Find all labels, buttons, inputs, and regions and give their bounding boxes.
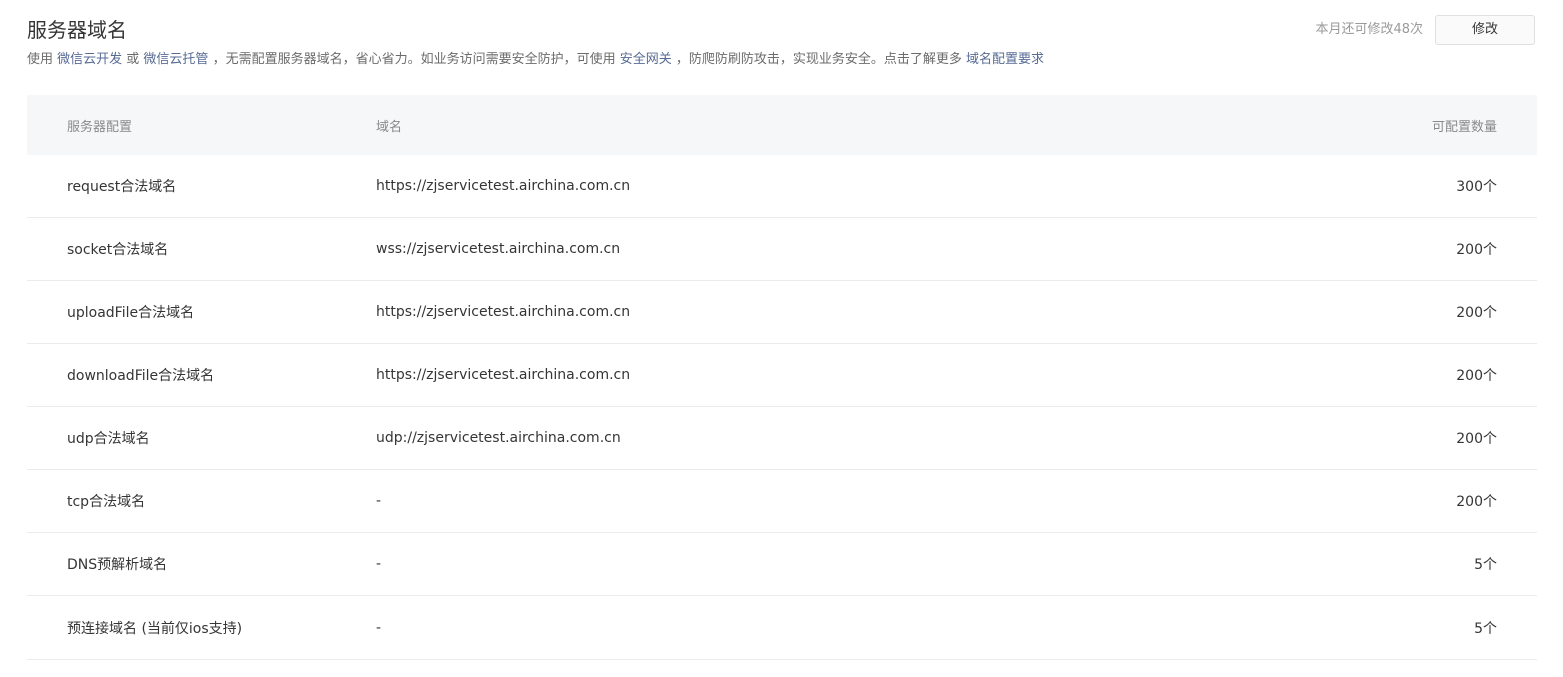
domain-cell: https://zjservicetest.airchina.com.cn [376, 304, 631, 320]
wechat-cloud-hosting-link[interactable]: 微信云托管 [143, 52, 208, 67]
page-title: 服务器域名 [27, 18, 127, 42]
domain-requirements-link[interactable]: 域名配置要求 [966, 52, 1044, 67]
table-row-udp: udp合法域名 udp://zjservicetest.airchina.com… [27, 407, 1537, 470]
wechat-cloud-dev-link[interactable]: 微信云开发 [57, 52, 122, 67]
count-cell: 200个 [1456, 305, 1497, 321]
desc-text-4: ，防爬防刷防攻击，实现业务安全。点击了解更多 [671, 52, 966, 67]
table-row-request: request合法域名 https://zjservicetest.airchi… [27, 155, 1537, 218]
column-header-domain: 域名 [376, 119, 403, 135]
server-domain-page: 服务器域名 本月还可修改48次 修改 使用 微信云开发 或 微信云托管 ，无需配… [0, 0, 1563, 677]
config-cell: socket合法域名 [67, 242, 169, 258]
config-cell: udp合法域名 [67, 431, 150, 447]
config-cell: downloadFile合法域名 [67, 368, 215, 384]
page-description: 使用 微信云开发 或 微信云托管 ，无需配置服务器域名，省心省力。如业务访问需要… [27, 51, 1044, 69]
domain-cell: udp://zjservicetest.airchina.com.cn [376, 430, 621, 446]
count-cell: 200个 [1456, 242, 1497, 258]
config-cell: 预连接域名 (当前仅ios支持) [67, 620, 243, 637]
table-header: 服务器配置 域名 可配置数量 [27, 95, 1537, 155]
config-cell: request合法域名 [67, 179, 177, 195]
security-gateway-link[interactable]: 安全网关 [620, 52, 672, 67]
desc-text-1: 使用 [27, 52, 58, 67]
table-row-download: downloadFile合法域名 https://zjservicetest.a… [27, 344, 1537, 407]
domain-cell: wss://zjservicetest.airchina.com.cn [376, 241, 621, 257]
count-cell: 200个 [1456, 368, 1497, 384]
table-row-tcp: tcp合法域名 - 200个 [27, 470, 1537, 533]
config-cell: uploadFile合法域名 [67, 305, 195, 321]
desc-text-3: ，无需配置服务器域名，省心省力。如业务访问需要安全防护，可使用 [208, 52, 620, 67]
server-domain-table: 服务器配置 域名 可配置数量 request合法域名 https://zjser… [27, 95, 1537, 660]
count-cell: 200个 [1456, 494, 1497, 510]
domain-cell: - [376, 556, 382, 572]
table-row-preconnect: 预连接域名 (当前仅ios支持) - 5个 [27, 596, 1537, 660]
domain-cell: - [376, 619, 382, 636]
config-cell: DNS预解析域名 [67, 557, 168, 573]
count-cell: 5个 [1474, 620, 1497, 637]
table-row-dns: DNS预解析域名 - 5个 [27, 533, 1537, 596]
domain-cell: - [376, 493, 382, 509]
edit-button[interactable]: 修改 [1435, 15, 1535, 45]
column-header-config: 服务器配置 [67, 119, 133, 135]
table-row-upload: uploadFile合法域名 https://zjservicetest.air… [27, 281, 1537, 344]
count-cell: 200个 [1456, 431, 1497, 447]
domain-cell: https://zjservicetest.airchina.com.cn [376, 367, 631, 383]
config-cell: tcp合法域名 [67, 494, 146, 510]
desc-text-2: 或 [122, 52, 144, 67]
count-cell: 5个 [1474, 557, 1497, 573]
table-row-socket: socket合法域名 wss://zjservicetest.airchina.… [27, 218, 1537, 281]
count-cell: 300个 [1456, 179, 1497, 195]
edit-quota-text: 本月还可修改48次 [1315, 22, 1423, 37]
column-header-count: 可配置数量 [1431, 119, 1497, 135]
domain-cell: https://zjservicetest.airchina.com.cn [376, 178, 631, 194]
